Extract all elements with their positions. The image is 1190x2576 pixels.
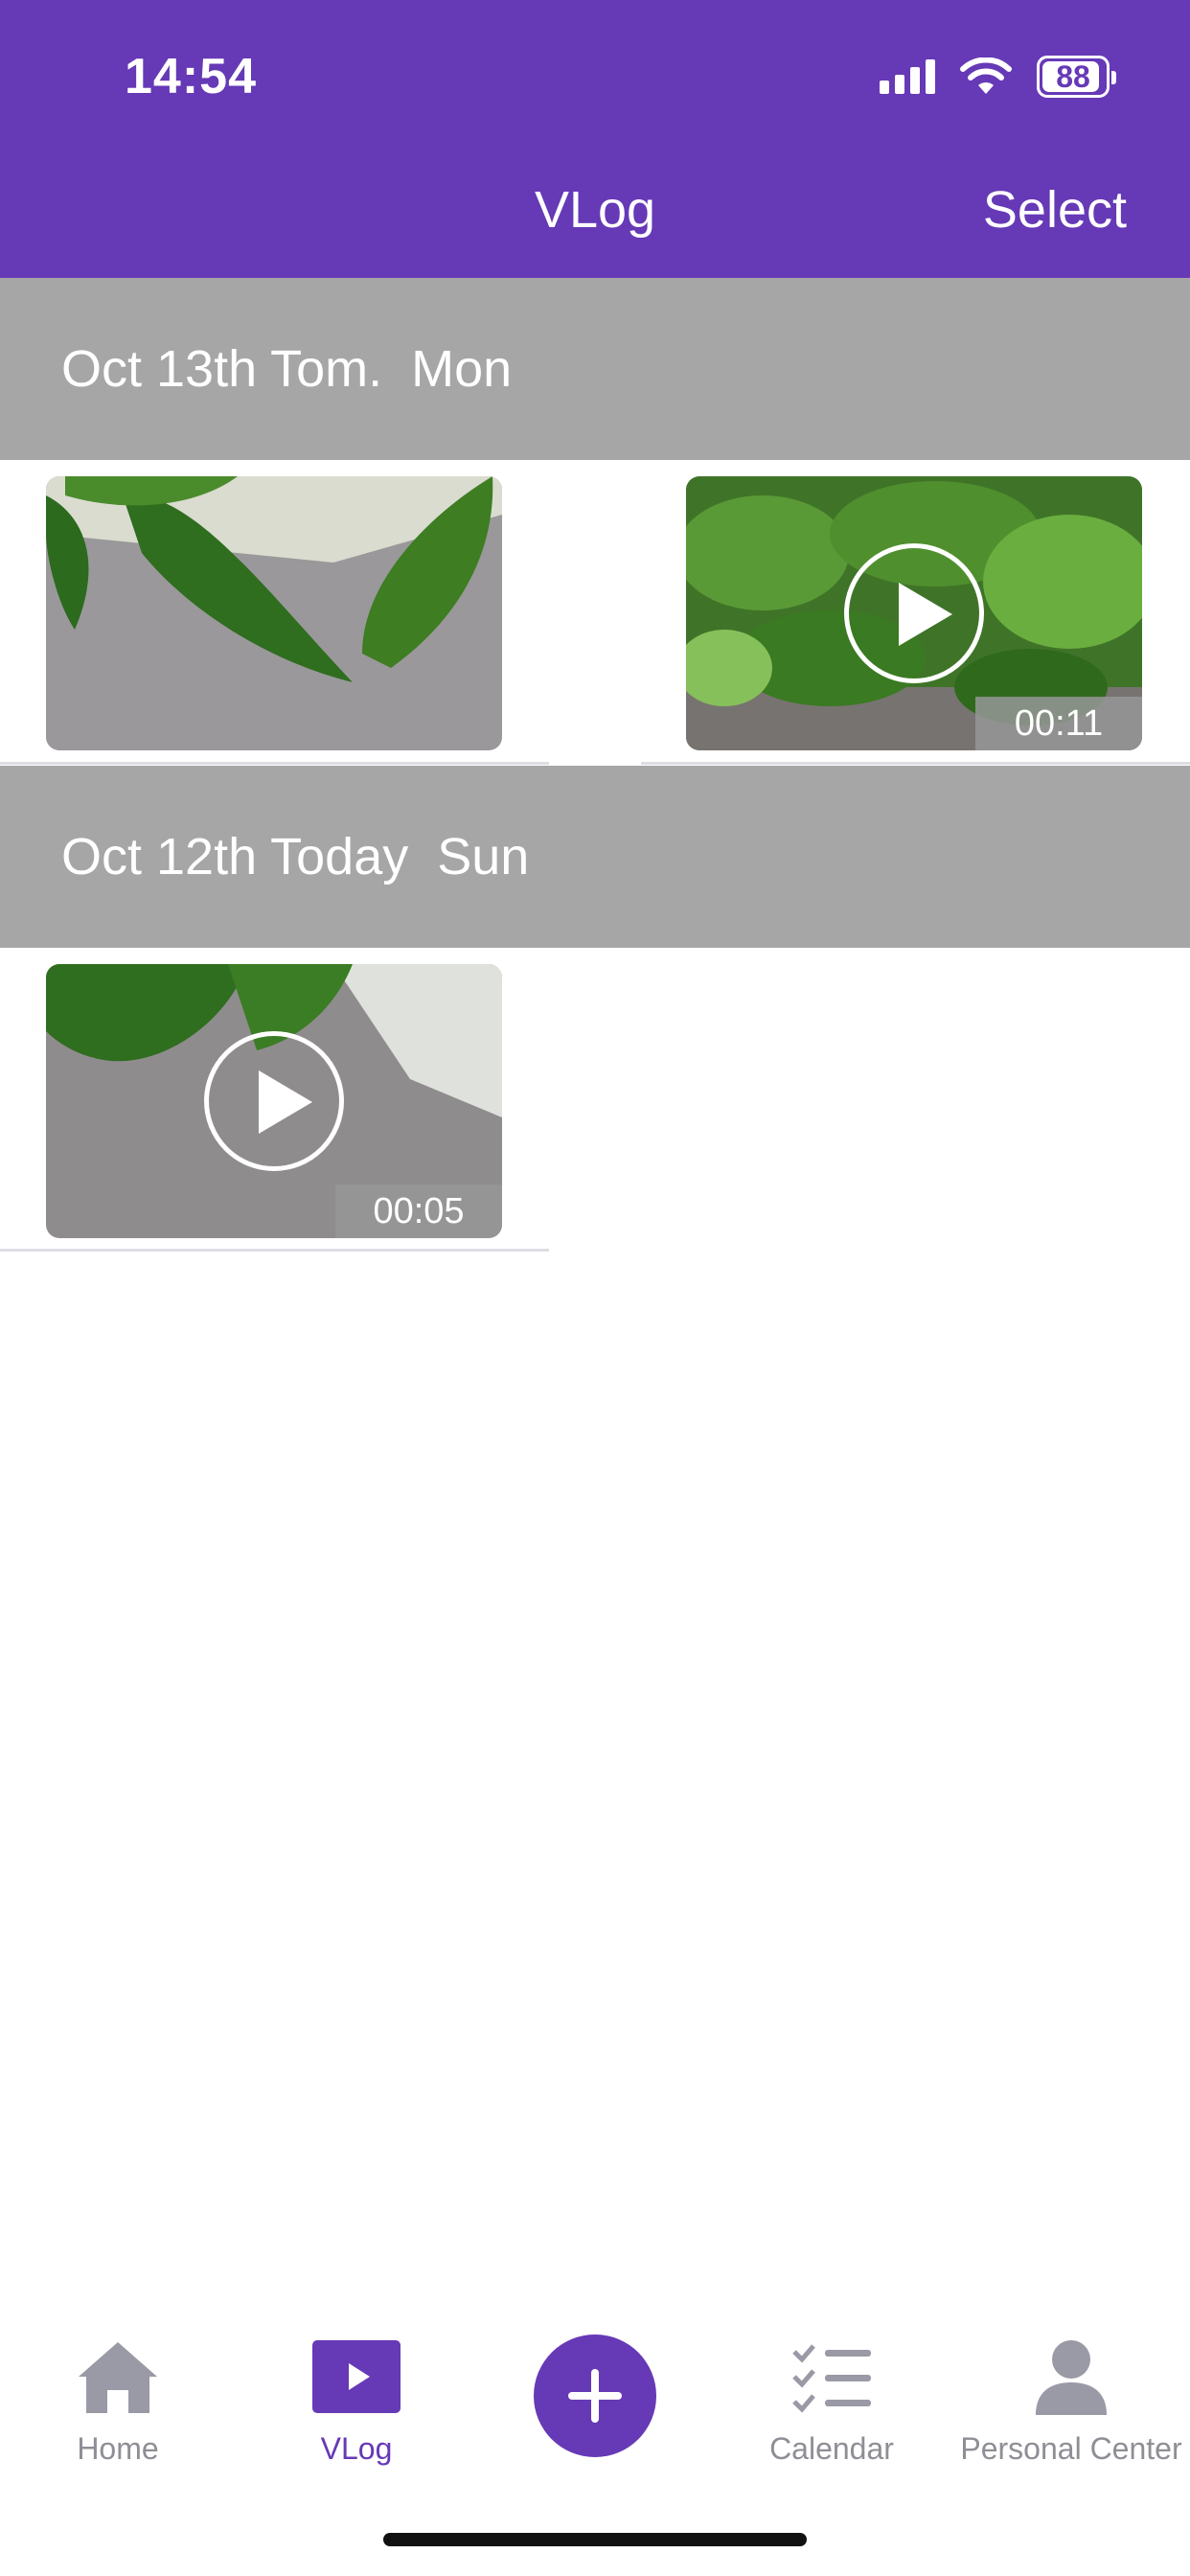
- section-header-oct-12: Oct 12th Today Sun: [0, 766, 1190, 948]
- cellular-signal-icon: [880, 59, 935, 94]
- tab-bar: Home VLog Calendar Personal Center: [0, 2310, 1190, 2501]
- video-duration: 00:11: [975, 697, 1142, 750]
- vlog-play-icon: [312, 2340, 400, 2413]
- video-thumbnail[interactable]: 00:05: [46, 964, 502, 1238]
- tab-calendar[interactable]: Calendar: [721, 2338, 942, 2467]
- video-duration: 00:05: [335, 1184, 502, 1238]
- tab-home[interactable]: Home: [8, 2338, 228, 2467]
- tab-vlog[interactable]: VLog: [246, 2338, 467, 2467]
- section-date: Oct 13th Tom.: [61, 340, 383, 398]
- photo-thumbnail[interactable]: [46, 476, 502, 750]
- plant-photo: [46, 476, 502, 750]
- tab-label: Home: [77, 2431, 159, 2466]
- tab-label: Calendar: [769, 2431, 894, 2466]
- vlog-screen: 14:54 88 VLog Select Oct 13th Tom. Mon 0…: [0, 0, 1190, 2576]
- checklist-icon: [792, 2344, 871, 2413]
- battery-icon: 88: [1037, 56, 1116, 98]
- wifi-icon: [960, 58, 1012, 94]
- add-button[interactable]: [534, 2334, 656, 2457]
- header: 14:54 88 VLog Select: [0, 0, 1190, 278]
- divider: [641, 762, 1190, 765]
- section-day: Mon: [411, 340, 513, 398]
- section-header-oct-13: Oct 13th Tom. Mon: [0, 278, 1190, 460]
- status-icons: 88: [880, 56, 1116, 98]
- select-button[interactable]: Select: [983, 180, 1127, 240]
- divider: [0, 1249, 549, 1252]
- status-time: 14:54: [125, 49, 257, 104]
- video-thumbnail[interactable]: 00:11: [686, 476, 1142, 750]
- play-icon[interactable]: [204, 1031, 344, 1171]
- divider: [0, 762, 549, 765]
- home-icon: [79, 2342, 157, 2413]
- section-date: Oct 12th Today: [61, 828, 409, 886]
- play-icon[interactable]: [844, 543, 984, 683]
- tab-personal-center[interactable]: Personal Center: [951, 2338, 1190, 2467]
- battery-level: 88: [1056, 58, 1090, 94]
- tab-label: VLog: [320, 2431, 393, 2466]
- home-indicator: [383, 2533, 807, 2546]
- tab-label: Personal Center: [960, 2431, 1182, 2466]
- person-icon: [1036, 2340, 1107, 2415]
- section-day: Sun: [437, 828, 530, 886]
